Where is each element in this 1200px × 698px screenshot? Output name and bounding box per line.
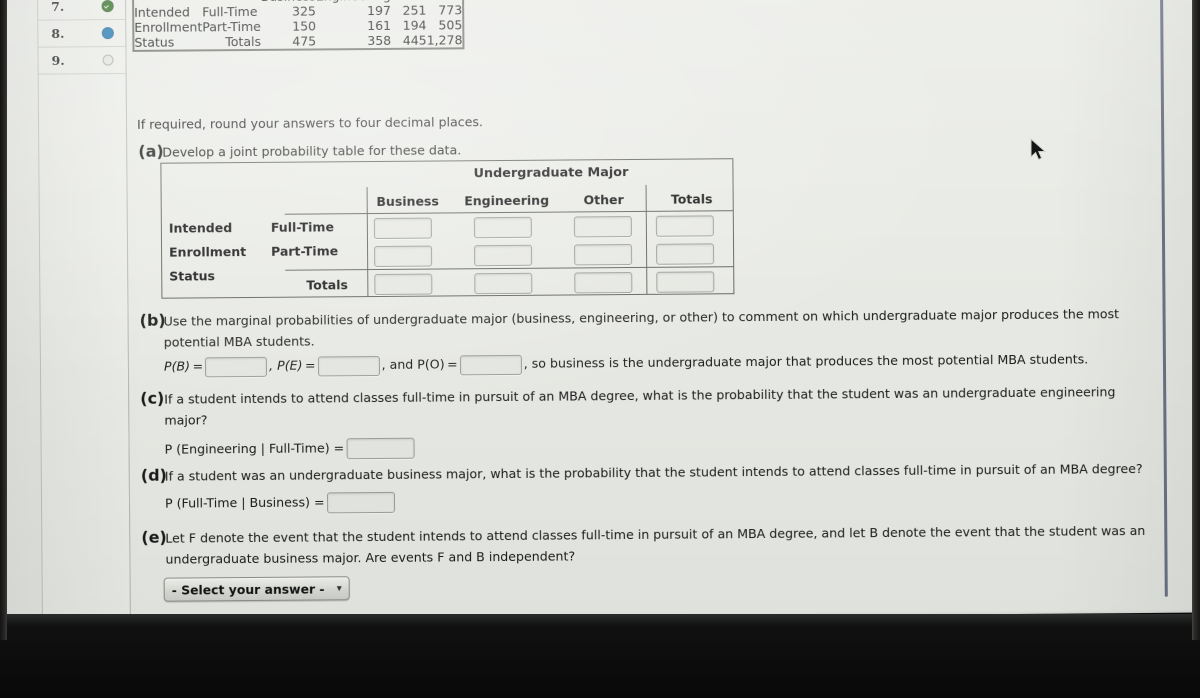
part-d: (d) If a student was an undergraduate bu… [141, 458, 1143, 487]
joint-input-pt-totals[interactable] [656, 243, 715, 265]
empty-circle-icon [102, 54, 114, 66]
part-d-tag: (d) [140, 465, 167, 485]
nav-item-7[interactable]: 7. [38, 0, 126, 21]
nav-item-9-number: 9. [51, 52, 65, 69]
part-b-pe-label: , P(E) = [269, 357, 316, 373]
filled-circle-icon [102, 27, 114, 39]
joint-input-tot-business[interactable] [374, 273, 433, 296]
part-d-line1: If a student was an undergraduate busine… [164, 460, 1143, 484]
given-cell-tot-engineering: 358 [367, 32, 392, 49]
given-cell-ft-totals: 773 [438, 2, 463, 18]
joint-input-pt-other[interactable] [574, 243, 633, 266]
part-c: (c) If a student intends to attend class… [140, 381, 1115, 410]
given-stub-line-2: Enrollment [134, 19, 203, 35]
given-cell-pt-totals: 505 [438, 17, 463, 33]
given-cell-tot-other: 445 [402, 32, 427, 48]
given-cell-tot-totals: 1,278 [426, 32, 463, 48]
part-b-po-label: , and P(O) = [381, 356, 458, 372]
vertical-scrollbar[interactable] [1159, 0, 1168, 597]
joint-row-label-fulltime: Full-Time [270, 219, 334, 235]
given-stub-line-3: Status [134, 34, 175, 50]
part-c-answer-row: P (Engineering | Full-Time) = [165, 437, 415, 461]
joint-row-label-parttime: Part-Time [271, 243, 339, 259]
part-c-line2: major? [164, 412, 208, 428]
part-e: (e) Let F denote the event that the stud… [141, 520, 1145, 549]
joint-input-tot-totals[interactable] [656, 271, 715, 293]
pb-input[interactable] [205, 356, 268, 377]
joint-col-business: Business [376, 193, 439, 210]
joint-row-label-totals: Totals [306, 277, 348, 293]
part-b-tag: (b) [139, 310, 166, 330]
independence-select-value: - Select your answer - [171, 580, 325, 598]
mouse-cursor-icon [1030, 138, 1047, 161]
joint-input-tot-other[interactable] [574, 271, 633, 294]
part-b-line1: Use the marginal probabilities of underg… [163, 306, 1120, 329]
given-stub-line-1: Intended [134, 4, 190, 20]
given-cell-pt-other: 194 [402, 17, 427, 33]
part-b-answer-row: P(B) = , P(E) = , and P(O) = , so business … [164, 348, 1088, 377]
given-cell-ft-other: 251 [402, 2, 427, 18]
part-d-prompt: P (Full-Time | Business) = [164, 494, 325, 511]
rounding-instruction: If required, round your answers to four … [137, 114, 484, 132]
joint-input-ft-engineering[interactable] [473, 216, 532, 239]
joint-stub-line-2: Enrollment [169, 244, 247, 260]
part-e-tag: (e) [141, 527, 167, 547]
p-fulltime-given-business-input[interactable] [326, 491, 395, 514]
question-content-panel: Business Engineering Other Totals Intend… [124, 0, 1174, 617]
given-cell-pt-engineering: 161 [367, 17, 392, 34]
given-cell-ft-business: 325 [291, 3, 316, 19]
joint-input-pt-engineering[interactable] [474, 244, 533, 267]
part-e-line2: undergraduate business major. Are events… [165, 548, 576, 567]
given-row-label-totals: Totals [225, 33, 262, 50]
part-a-tag: (a) [138, 141, 164, 161]
part-b-line2: potential MBA students. [163, 333, 315, 350]
given-cell-pt-business: 150 [292, 18, 317, 34]
given-data-table: Business Engineering Other Totals Intend… [131, 0, 465, 52]
photo-right-bezel [1192, 0, 1200, 640]
part-b: (b) Use the marginal probabilities of un… [140, 303, 1120, 332]
nav-item-8[interactable]: 8. [38, 19, 126, 48]
pe-input[interactable] [317, 355, 380, 376]
given-row-label-fulltime: Full-Time [202, 3, 258, 20]
joint-col-engineering: Engineering [464, 192, 550, 209]
screen-surface: 7. 8. 9. Business [0, 0, 1200, 622]
nav-item-7-number: 7. [51, 0, 65, 15]
joint-col-other: Other [583, 192, 624, 208]
part-d-answer-row: P (Full-Time | Business) = [165, 491, 395, 515]
question-navigator: 7. 8. 9. [36, 0, 131, 618]
part-a-text: Develop a joint probability table for th… [162, 142, 462, 160]
part-c-tag: (c) [140, 388, 165, 408]
joint-input-ft-other[interactable] [573, 215, 632, 238]
chevron-down-icon: ▾ [336, 582, 342, 594]
joint-table-title: Undergraduate Major [473, 165, 629, 182]
check-icon [102, 0, 114, 12]
photo-left-bezel [0, 0, 7, 640]
joint-stub-line-1: Intended [168, 220, 233, 236]
independence-select[interactable]: - Select your answer - ▾ [163, 576, 350, 602]
joint-input-ft-totals[interactable] [655, 215, 714, 237]
part-b-pb-label: P(B) = [163, 358, 204, 374]
given-cell-ft-engineering: 197 [366, 2, 391, 19]
part-a: (a) Develop a joint probability table fo… [138, 139, 461, 163]
part-c-prompt: P (Engineering | Full-Time) = [164, 440, 345, 457]
part-e-line1: Let F denote the event that the student … [165, 522, 1146, 546]
nav-item-9[interactable]: 9. [38, 46, 126, 75]
joint-col-totals: Totals [670, 191, 713, 207]
joint-input-pt-business[interactable] [374, 245, 433, 268]
part-c-line1: If a student intends to attend classes f… [164, 384, 1116, 407]
joint-probability-table: Undergraduate Major Business Engineering… [160, 158, 735, 299]
p-engineering-given-fulltime-input[interactable] [346, 437, 415, 460]
joint-input-tot-engineering[interactable] [474, 272, 533, 295]
given-row-label-parttime: Part-Time [202, 18, 261, 35]
nav-empty-space [39, 74, 129, 455]
joint-input-ft-business[interactable] [373, 217, 432, 240]
po-input[interactable] [459, 354, 522, 375]
given-cell-tot-business: 475 [292, 33, 317, 49]
joint-stub-line-3: Status [169, 268, 216, 284]
screen-photo: 7. 8. 9. Business [0, 0, 1200, 698]
part-b-conclusion: , so business is the undergraduate major… [523, 351, 1089, 371]
nav-item-8-number: 8. [51, 25, 65, 42]
photo-bottom-bezel [0, 614, 1200, 698]
table-row: Status Totals 475 358 445 1,278 [133, 32, 463, 51]
